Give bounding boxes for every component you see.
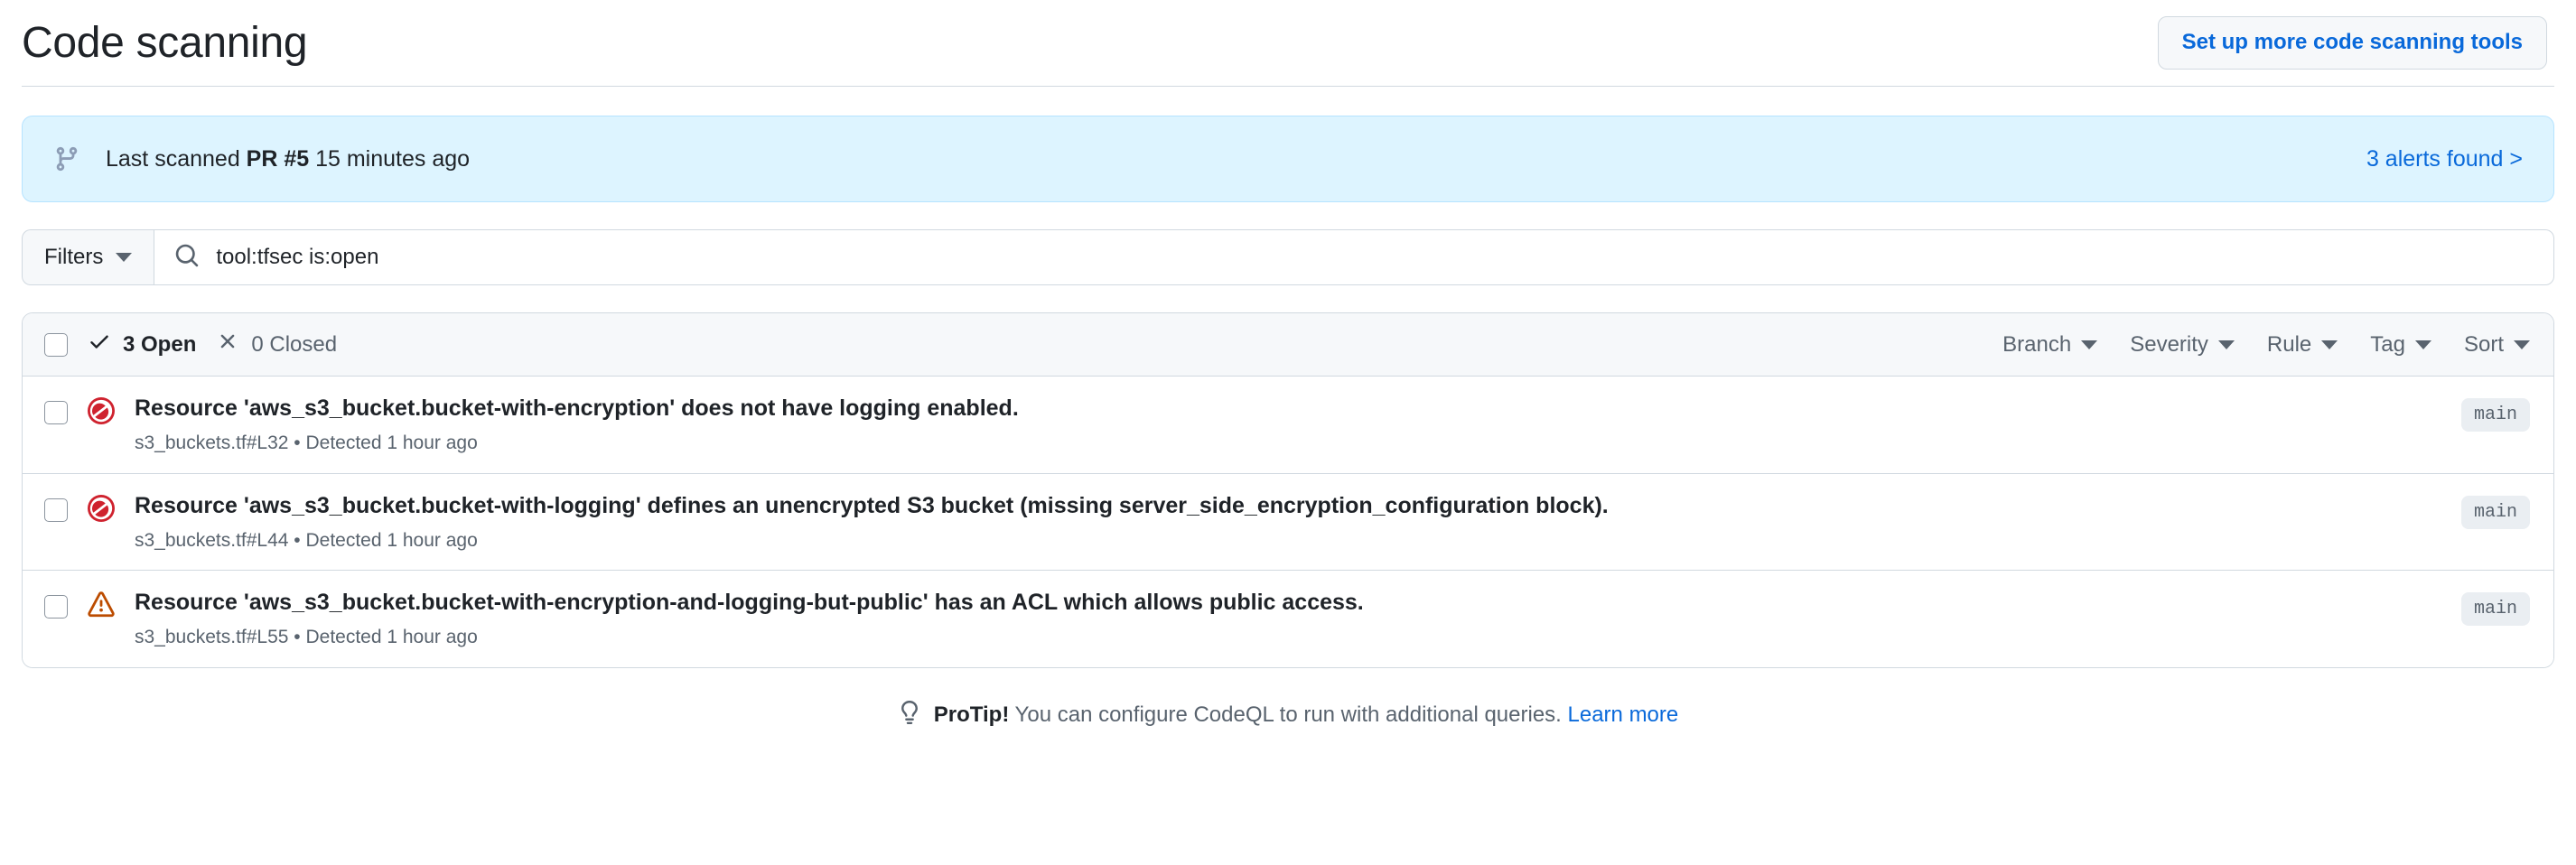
lightbulb-icon <box>898 701 921 730</box>
page-header: Code scanning Set up more code scanning … <box>22 0 2554 87</box>
open-alerts-label: 3 Open <box>123 332 196 358</box>
alert-content: Resource 'aws_s3_bucket.bucket-with-encr… <box>135 395 2461 456</box>
branch-badge: main <box>2461 496 2530 529</box>
table-row: Resource 'aws_s3_bucket.bucket-with-encr… <box>23 571 2553 667</box>
setup-more-code-scanning-tools-button[interactable]: Set up more code scanning tools <box>2158 16 2547 70</box>
closed-alerts-filter[interactable]: 0 Closed <box>216 330 337 359</box>
alert-title-link[interactable]: Resource 'aws_s3_bucket.bucket-with-encr… <box>135 589 2461 617</box>
tag-dropdown[interactable]: Tag <box>2370 332 2431 358</box>
chevron-down-icon <box>2081 340 2097 349</box>
page-title: Code scanning <box>22 22 307 65</box>
branch-badge: main <box>2461 592 2530 626</box>
protip-text: ProTip! You can configure CodeQL to run … <box>934 702 1679 728</box>
alerts-header-left: 3 Open 0 Closed <box>44 330 337 359</box>
alert-content: Resource 'aws_s3_bucket.bucket-with-logg… <box>135 492 2461 553</box>
search-input[interactable]: tool:tfsec is:open <box>154 229 2554 285</box>
warning-triangle-icon <box>88 591 115 619</box>
last-scanned-text: Last scanned PR #5 15 minutes ago <box>106 146 470 172</box>
chevron-down-icon <box>2415 340 2431 349</box>
alert-title-link[interactable]: Resource 'aws_s3_bucket.bucket-with-encr… <box>135 395 2461 423</box>
sort-dropdown[interactable]: Sort <box>2464 332 2530 358</box>
alert-content: Resource 'aws_s3_bucket.bucket-with-encr… <box>135 589 2461 650</box>
alerts-header-right: Branch Severity Rule Tag Sort <box>2002 332 2530 358</box>
alert-meta: s3_buckets.tf#L32 • Detected 1 hour ago <box>135 431 2461 455</box>
branch-dropdown[interactable]: Branch <box>2002 332 2097 358</box>
closed-alerts-label: 0 Closed <box>251 332 337 358</box>
protip-footer: ProTip! You can configure CodeQL to run … <box>22 701 2554 730</box>
alert-meta: s3_buckets.tf#L55 • Detected 1 hour ago <box>135 625 2461 649</box>
scan-suffix: 15 minutes ago <box>309 146 470 172</box>
pr-reference[interactable]: PR #5 <box>247 146 309 172</box>
chevron-down-icon <box>2218 340 2235 349</box>
error-circle-slash-icon <box>88 397 115 424</box>
protip-learn-more-link[interactable]: Learn more <box>1568 702 1679 727</box>
severity-dropdown[interactable]: Severity <box>2130 332 2235 358</box>
rule-dropdown-label: Rule <box>2267 332 2311 358</box>
git-branch-icon <box>53 145 80 172</box>
alert-checkbox[interactable] <box>44 401 68 424</box>
alert-meta: s3_buckets.tf#L44 • Detected 1 hour ago <box>135 528 2461 553</box>
chevron-down-icon <box>2321 340 2338 349</box>
branch-dropdown-label: Branch <box>2002 332 2071 358</box>
alerts-list-container: 3 Open 0 Closed Branch Sever <box>22 312 2554 668</box>
table-row: Resource 'aws_s3_bucket.bucket-with-encr… <box>23 377 2553 474</box>
scan-banner-left: Last scanned PR #5 15 minutes ago <box>53 145 470 172</box>
alerts-found-link[interactable]: 3 alerts found > <box>2366 146 2523 172</box>
select-all-checkbox[interactable] <box>44 333 68 357</box>
x-icon <box>216 330 239 359</box>
check-icon <box>88 330 111 359</box>
alert-checkbox[interactable] <box>44 498 68 522</box>
code-scanning-page: Code scanning Set up more code scanning … <box>0 0 2576 865</box>
sort-dropdown-label: Sort <box>2464 332 2504 358</box>
chevron-down-icon <box>116 253 132 262</box>
table-row: Resource 'aws_s3_bucket.bucket-with-logg… <box>23 474 2553 572</box>
alerts-list-header: 3 Open 0 Closed Branch Sever <box>23 313 2553 377</box>
scan-prefix: Last scanned <box>106 146 247 172</box>
filter-bar: Filters tool:tfsec is:open <box>22 229 2554 285</box>
chevron-down-icon <box>2514 340 2530 349</box>
filters-dropdown-button[interactable]: Filters <box>22 229 154 285</box>
severity-dropdown-label: Severity <box>2130 332 2208 358</box>
open-alerts-filter[interactable]: 3 Open <box>88 330 196 359</box>
protip-label: ProTip! <box>934 702 1010 727</box>
protip-body: You can configure CodeQL to run with add… <box>1015 702 1562 727</box>
error-circle-slash-icon <box>88 495 115 522</box>
search-input-value: tool:tfsec is:open <box>216 245 378 270</box>
alert-title-link[interactable]: Resource 'aws_s3_bucket.bucket-with-logg… <box>135 492 2461 520</box>
rule-dropdown[interactable]: Rule <box>2267 332 2338 358</box>
alert-checkbox[interactable] <box>44 595 68 619</box>
search-icon <box>174 243 200 273</box>
last-scanned-banner: Last scanned PR #5 15 minutes ago 3 aler… <box>22 116 2554 202</box>
tag-dropdown-label: Tag <box>2370 332 2405 358</box>
branch-badge: main <box>2461 398 2530 432</box>
filters-label: Filters <box>44 245 103 270</box>
